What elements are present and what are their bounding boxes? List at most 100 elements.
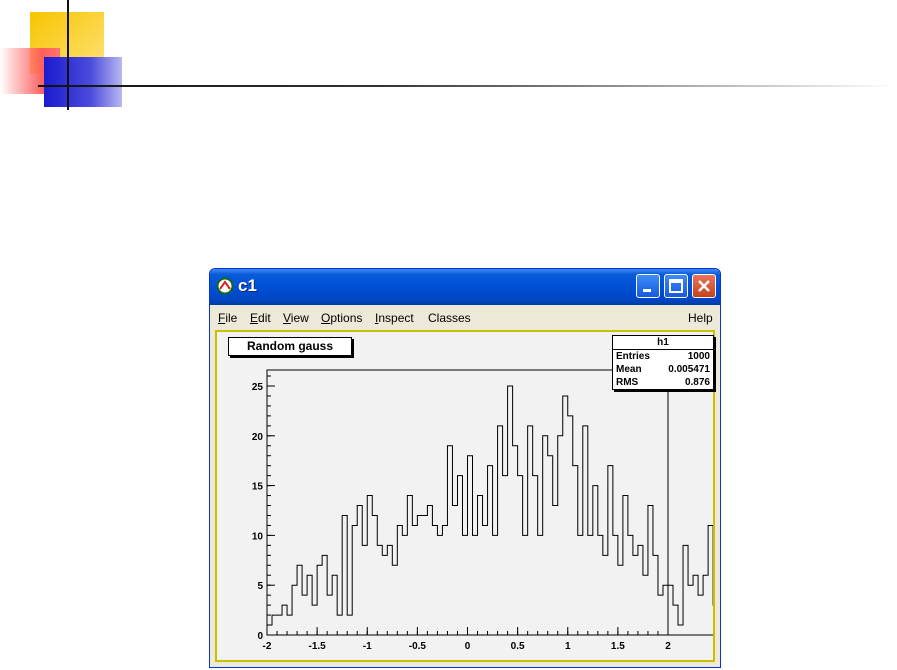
- histogram-bin: [412, 525, 417, 635]
- histogram-bin: [347, 615, 352, 635]
- histogram-bin: [327, 595, 332, 635]
- y-tick-label: 0: [257, 631, 263, 642]
- menu-classes[interactable]: Classes: [428, 311, 471, 325]
- close-button[interactable]: [692, 274, 716, 298]
- histogram-bin: [503, 476, 508, 635]
- histogram-bin: [432, 525, 437, 635]
- x-tick-label: -1: [363, 641, 372, 652]
- histogram-bin: [352, 525, 357, 635]
- histogram-bin: [598, 535, 603, 635]
- histogram-bin: [493, 535, 498, 635]
- x-tick-label: -0.5: [409, 641, 427, 652]
- menu-help[interactable]: Help: [688, 311, 713, 325]
- histogram-bin: [392, 565, 397, 635]
- histogram-bin: [553, 506, 558, 635]
- histogram-bin: [688, 585, 693, 635]
- x-tick-label: -1.5: [309, 641, 327, 652]
- histogram-bin: [292, 585, 297, 635]
- menu-bar: File Edit View Options Inspect Classes H…: [210, 307, 720, 329]
- menu-options[interactable]: Options: [321, 311, 362, 325]
- histogram-title: Random gauss: [228, 337, 352, 356]
- plot-canvas[interactable]: -2 -1.5 -1 -0.5 0 0.5 1 1.5 2 0 5 10 15 20 25 Random g…: [215, 330, 715, 662]
- y-tick-label: 25: [252, 382, 264, 393]
- histogram-bin: [563, 396, 568, 635]
- histogram-bin: [422, 515, 427, 635]
- histogram-bin: [367, 496, 372, 635]
- x-tick-label: 1.5: [611, 641, 625, 652]
- histogram-bin: [538, 535, 543, 635]
- histogram-bin: [382, 555, 387, 635]
- x-tick-label: 1: [565, 641, 571, 652]
- y-tick-label: 15: [252, 482, 264, 493]
- histogram-bin: [583, 426, 588, 635]
- histogram-bin: [447, 446, 452, 635]
- stats-row-entries: Entries 1000: [616, 351, 710, 362]
- stats-row-mean: Mean 0.005471: [616, 364, 710, 375]
- slide-deco-horizontal-line: [38, 85, 897, 87]
- histogram-bin: [638, 545, 643, 635]
- x-tick-label: 2: [665, 641, 671, 652]
- close-icon: [698, 280, 710, 292]
- slide-deco-vertical-line: [67, 0, 69, 110]
- histogram-bin: [282, 605, 287, 635]
- histogram-outline: [266, 385, 713, 636]
- histogram-bin: [337, 615, 342, 635]
- root-app-icon: [216, 277, 234, 295]
- histogram-bin: [568, 416, 573, 635]
- histogram-bin: [473, 535, 478, 635]
- y-tick-label: 10: [252, 531, 264, 542]
- x-tick-label: 0.5: [511, 641, 525, 652]
- histogram-bin: [322, 555, 327, 635]
- histogram-bin: [643, 575, 648, 635]
- histogram-bin: [703, 575, 708, 635]
- histogram-bin: [377, 545, 382, 635]
- histogram-bin: [593, 486, 598, 635]
- histogram-bin: [372, 515, 377, 635]
- histogram-bin: [528, 426, 533, 635]
- histogram-bin: [407, 496, 412, 635]
- x-tick-label: 0: [465, 641, 471, 652]
- window-titlebar[interactable]: c1: [210, 269, 720, 305]
- y-tick-label: 20: [252, 432, 264, 443]
- window-title: c1: [238, 276, 257, 295]
- maximize-button[interactable]: [664, 274, 688, 298]
- histogram-bin: [342, 515, 347, 635]
- histogram-bin: [488, 466, 493, 635]
- histogram-bin: [387, 545, 392, 635]
- histogram-bin: [618, 565, 623, 635]
- histogram-bin: [518, 476, 523, 635]
- menu-file[interactable]: File: [218, 311, 237, 325]
- minimize-icon: [643, 289, 651, 292]
- histogram-bin: [628, 535, 633, 635]
- stats-name: h1: [613, 336, 713, 350]
- histogram-bin: [533, 476, 538, 635]
- histogram-bin: [603, 555, 608, 635]
- histogram-bin: [397, 525, 402, 635]
- histogram-bin: [317, 565, 322, 635]
- maximize-icon: [669, 279, 683, 293]
- histogram-bin: [442, 525, 447, 635]
- histogram-bin: [668, 585, 673, 635]
- histogram-bin: [483, 525, 488, 635]
- menu-view[interactable]: View: [283, 311, 309, 325]
- histogram-bin: [653, 555, 658, 635]
- histogram-bin: [267, 625, 272, 635]
- histogram-bin: [332, 575, 337, 635]
- histogram-bin: [417, 515, 422, 635]
- root-canvas-window: c1 File Edit View Options Inspect Classe…: [209, 268, 721, 668]
- histogram-bin: [362, 545, 367, 635]
- minimize-button[interactable]: [636, 274, 660, 298]
- histogram-bin: [427, 506, 432, 635]
- histogram-bin: [693, 575, 698, 635]
- y-tick-label: 5: [257, 581, 263, 592]
- histogram-bin: [452, 506, 457, 635]
- histogram-bin: [673, 605, 678, 635]
- histogram-bin: [698, 595, 703, 635]
- histogram-bin: [302, 595, 307, 635]
- menu-edit[interactable]: Edit: [250, 311, 271, 325]
- histogram-bin: [578, 535, 583, 635]
- menu-inspect[interactable]: Inspect: [375, 311, 414, 325]
- histogram-bin: [508, 386, 513, 635]
- histogram-bin: [478, 496, 483, 635]
- histogram-bin: [277, 615, 282, 635]
